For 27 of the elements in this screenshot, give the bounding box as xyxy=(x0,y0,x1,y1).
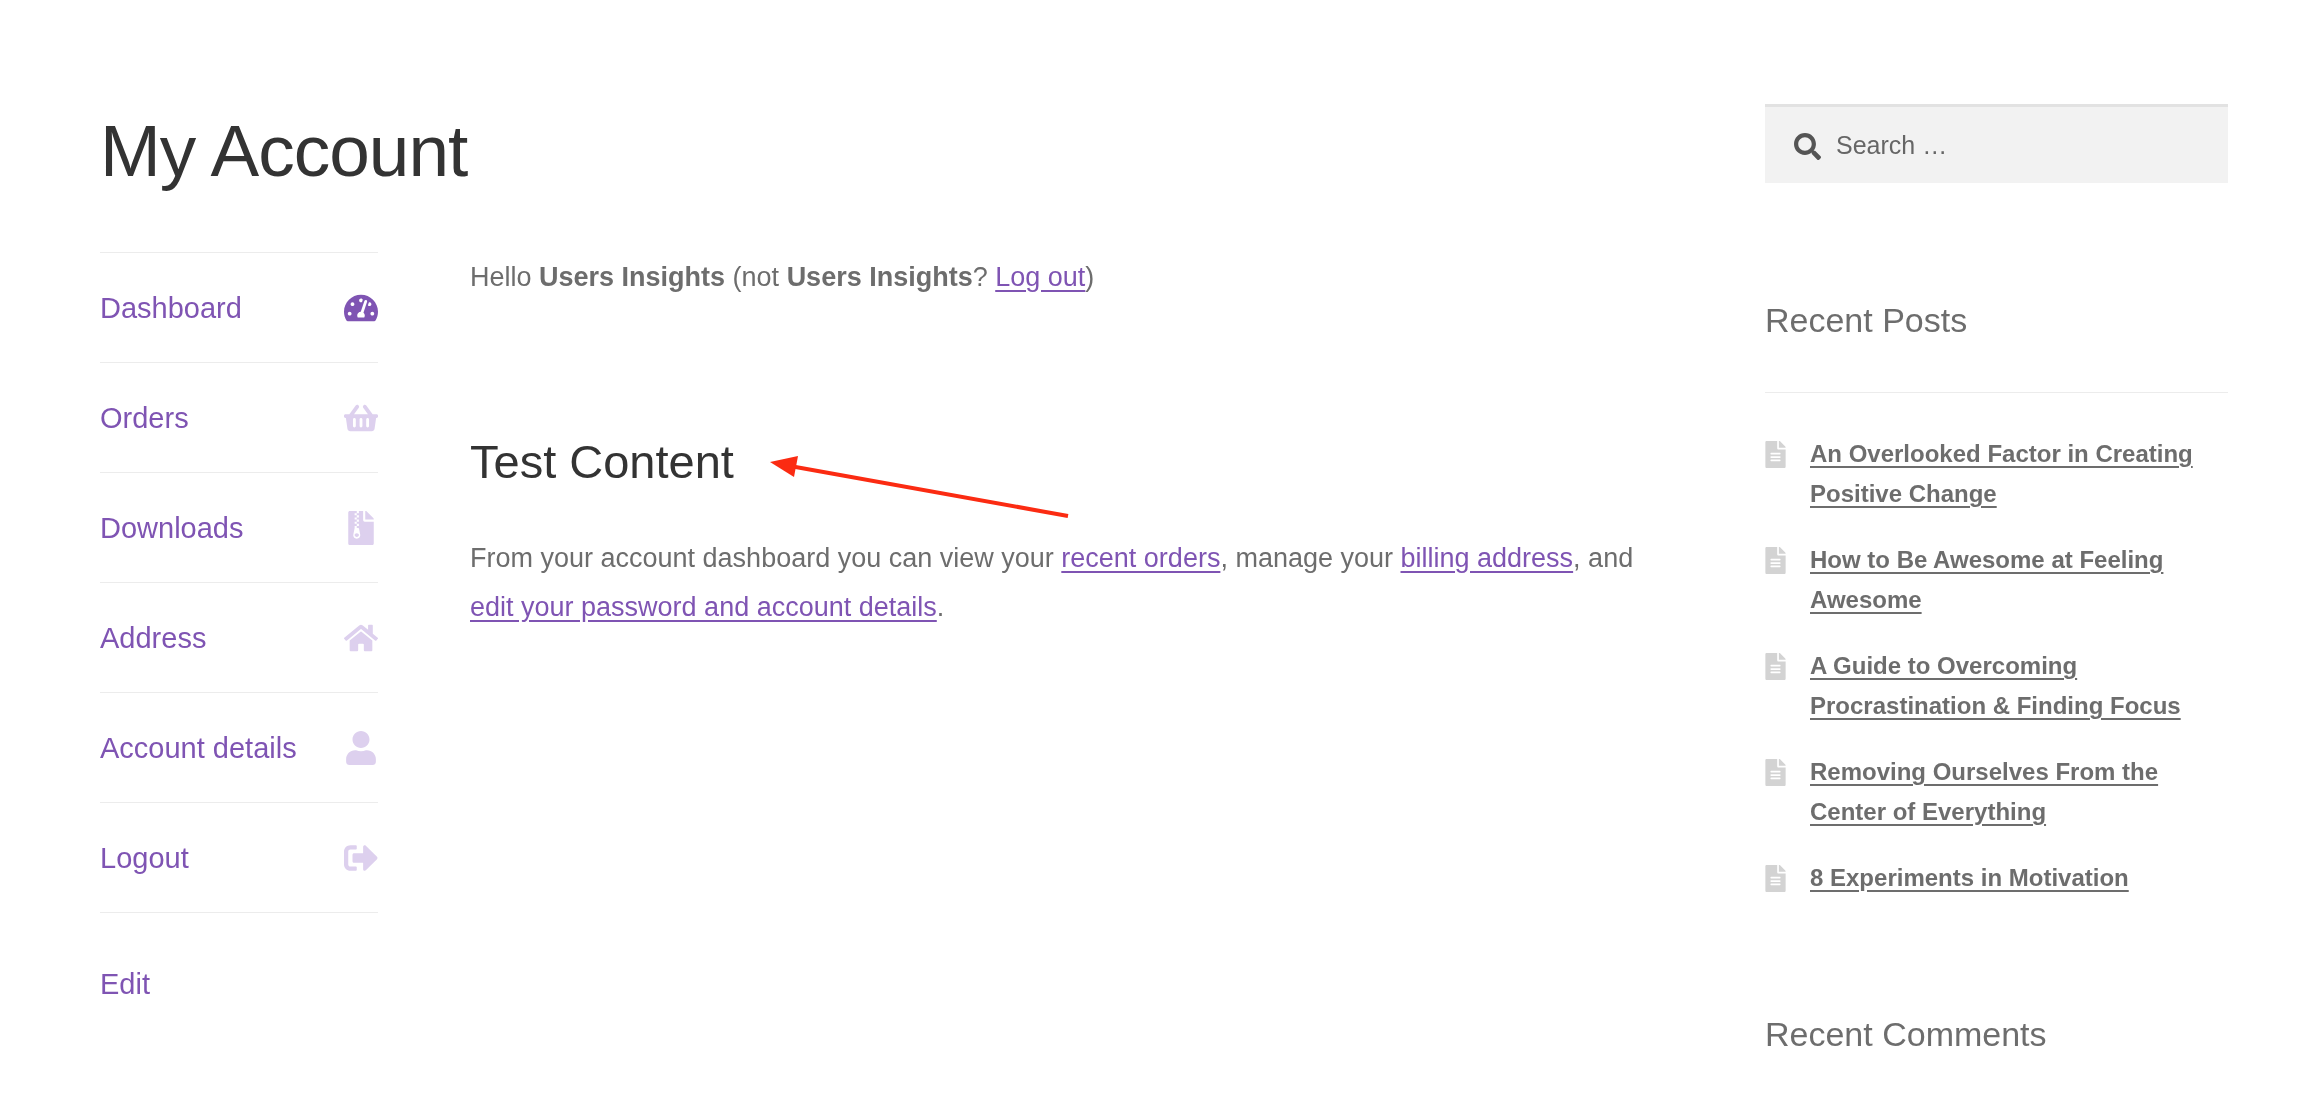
document-icon xyxy=(1765,759,1786,786)
account-nav-link[interactable]: Dashboard xyxy=(100,289,242,326)
account-nav-link[interactable]: Logout xyxy=(100,839,189,876)
account-nav-link[interactable]: Orders xyxy=(100,399,189,436)
post-link[interactable]: How to Be Awesome at Feeling Awesome xyxy=(1810,540,2228,620)
greeting-text: Hello Users Insights (not Users Insights? Log out) xyxy=(470,261,1096,294)
post-link[interactable]: Removing Ourselves From the Center of Everything xyxy=(1810,752,2228,832)
intro-paragraph: From your account dashboard you can view your recent orders, manage your billing address, and edit your password and account details. xyxy=(470,542,1635,624)
account-nav-link[interactable]: Downloads xyxy=(100,509,244,546)
text-link[interactable]: recent orders xyxy=(1061,543,1221,573)
widget-title: Recent Comments xyxy=(1765,1014,2047,1055)
document-icon xyxy=(1765,547,1786,574)
post-link[interactable]: An Overlooked Factor in Creating Positive Change xyxy=(1810,434,2228,514)
edit-link[interactable]: Edit xyxy=(100,966,150,1002)
post-link[interactable]: A Guide to Overcoming Procrastination & Finding Focus xyxy=(1810,646,2228,726)
content-heading: Test Content xyxy=(470,434,734,490)
text-link[interactable]: edit your password and account details xyxy=(470,592,937,622)
post-link[interactable]: 8 Experiments in Motivation xyxy=(1810,858,2129,898)
widget-title: Recent Posts xyxy=(1765,300,1968,341)
document-icon xyxy=(1765,441,1786,468)
document-icon xyxy=(1765,653,1786,680)
account-nav-link[interactable]: Address xyxy=(100,619,207,656)
search-field[interactable]: Search … xyxy=(1765,104,2228,183)
search-icon xyxy=(1794,133,1821,160)
account-nav-link[interactable]: Account details xyxy=(100,729,297,766)
text-link[interactable]: billing address xyxy=(1400,543,1574,573)
document-icon xyxy=(1765,865,1786,892)
